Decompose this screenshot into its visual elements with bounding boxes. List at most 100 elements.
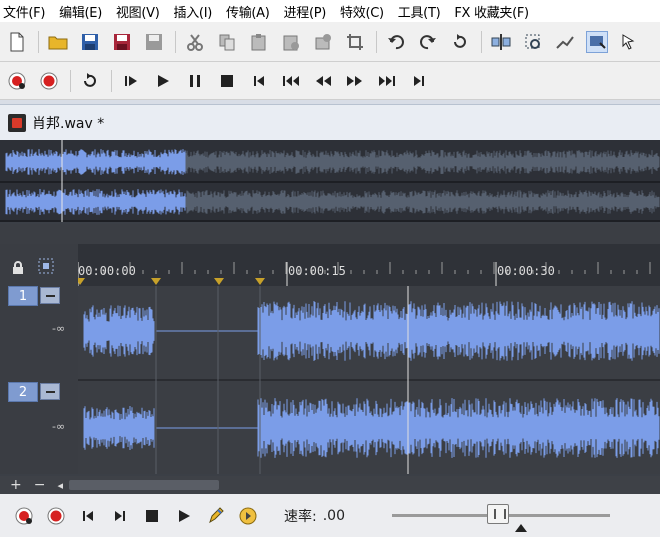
toolbar-divider	[111, 69, 112, 92]
track-2-number[interactable]: 2	[8, 382, 38, 402]
rewind-icon[interactable]	[280, 70, 302, 92]
record-arm-icon[interactable]	[6, 70, 28, 92]
play-from-start-icon[interactable]	[120, 70, 142, 92]
toolbar-divider	[70, 69, 71, 92]
forward-fast-icon[interactable]	[376, 70, 398, 92]
transport-toolbar	[0, 62, 660, 100]
region-marker[interactable]	[151, 278, 161, 285]
waveform-path	[257, 398, 660, 458]
track-1-number[interactable]: 1	[8, 286, 38, 306]
forward-icon[interactable]	[344, 70, 366, 92]
menu-process[interactable]: 进程(P)	[284, 2, 327, 21]
play-icon[interactable]	[152, 70, 174, 92]
ruler-time-label: 00:00:00	[78, 264, 136, 278]
toolbar-divider	[481, 30, 482, 53]
bottom-transport-bar: 速率: .00	[0, 494, 660, 537]
timeline-ruler[interactable]	[75, 244, 660, 286]
waveform-path	[257, 301, 660, 361]
new-file-icon[interactable]	[6, 31, 28, 53]
envelope-icon[interactable]	[554, 31, 576, 53]
go-start-icon[interactable]	[76, 504, 100, 528]
pencil-icon[interactable]	[204, 504, 228, 528]
remove-track-button[interactable]: −	[34, 477, 46, 493]
undo-icon[interactable]	[385, 31, 407, 53]
waveform-path	[185, 150, 660, 174]
save-as-icon[interactable]	[111, 31, 133, 53]
file-name: 肖邦.wav *	[32, 115, 105, 132]
repeat-icon[interactable]	[449, 31, 471, 53]
rate-slider-thumb[interactable]	[487, 504, 509, 524]
waveform-path	[83, 305, 155, 357]
track-scroll-bar: + − ◂	[0, 476, 660, 494]
add-track-button[interactable]: +	[10, 477, 22, 493]
save-all-icon[interactable]	[143, 31, 165, 53]
cut-icon[interactable]	[184, 31, 206, 53]
menu-file[interactable]: 文件(F)	[3, 2, 45, 21]
rate-value: .00	[322, 507, 345, 524]
rate-slider-center-marker	[515, 524, 527, 532]
open-folder-icon[interactable]	[47, 31, 69, 53]
record-arm-icon[interactable]	[12, 504, 36, 528]
waveform-path	[185, 190, 660, 214]
menu-bar: 文件(F) 编辑(E) 视图(V) 插入(I) 传输(A) 进程(P) 特效(C…	[0, 0, 660, 22]
save-icon[interactable]	[79, 31, 101, 53]
select-region-icon[interactable]	[38, 258, 56, 280]
menu-edit[interactable]: 编辑(E)	[59, 2, 102, 21]
region-marker[interactable]	[255, 278, 265, 285]
scrub-icon[interactable]	[236, 504, 260, 528]
toolbar-divider	[376, 30, 377, 53]
track-1-level: -∞	[52, 322, 66, 335]
ruler-time-label: 00:00:15	[288, 264, 346, 278]
menu-tools[interactable]: 工具(T)	[398, 2, 441, 21]
ruler-time-label: 00:00:30	[497, 264, 555, 278]
stop-icon[interactable]	[216, 70, 238, 92]
rate-label: 速率:	[284, 508, 317, 525]
region-marker[interactable]	[214, 278, 224, 285]
horizontal-scroll-thumb[interactable]	[69, 480, 219, 490]
paste-new-icon[interactable]	[280, 31, 302, 53]
paste-icon[interactable]	[248, 31, 270, 53]
waveform-overview[interactable]	[0, 140, 660, 222]
track-waveforms[interactable]	[78, 286, 660, 474]
toolbar-divider	[175, 30, 176, 53]
draw-tool-icon[interactable]	[586, 30, 608, 53]
loop-icon[interactable]	[79, 70, 101, 92]
waveform-path	[5, 149, 186, 175]
crop-icon[interactable]	[344, 31, 366, 53]
track-2-level: -∞	[52, 420, 66, 433]
waveform-path	[5, 189, 186, 215]
region-marker[interactable]	[75, 278, 85, 285]
play-icon[interactable]	[172, 504, 196, 528]
selection-icon[interactable]	[522, 31, 544, 53]
go-start-icon[interactable]	[248, 70, 270, 92]
menu-effects[interactable]: 特效(C)	[340, 2, 384, 21]
pause-icon[interactable]	[184, 70, 206, 92]
stop-icon[interactable]	[140, 504, 164, 528]
menu-fx-favorites[interactable]: FX 收藏夹(F)	[454, 2, 529, 21]
track-1-minimize-button[interactable]	[40, 287, 60, 304]
main-toolbar	[0, 22, 660, 62]
record-icon[interactable]	[44, 504, 68, 528]
lock-icon[interactable]	[12, 260, 24, 279]
copy-icon[interactable]	[216, 31, 238, 53]
redo-icon[interactable]	[417, 31, 439, 53]
go-end-icon[interactable]	[408, 70, 430, 92]
file-title-bar: 肖邦.wav *	[0, 104, 660, 140]
split-icon[interactable]	[490, 31, 512, 53]
toolbar-divider	[38, 30, 39, 53]
overview-waveform[interactable]	[0, 140, 660, 222]
waveform-path	[83, 406, 155, 450]
ruler-ticks	[75, 262, 651, 286]
menu-transport[interactable]: 传输(A)	[226, 2, 270, 21]
rewind-fast-icon[interactable]	[312, 70, 334, 92]
go-end-icon[interactable]	[108, 504, 132, 528]
menu-insert[interactable]: 插入(I)	[174, 2, 213, 21]
record-icon[interactable]	[38, 70, 60, 92]
cursor-icon[interactable]	[618, 31, 640, 53]
menu-view[interactable]: 视图(V)	[116, 2, 160, 21]
scroll-left-button[interactable]: ◂	[57, 479, 63, 492]
mix-icon[interactable]	[312, 31, 334, 53]
audio-file-window: 肖邦.wav * 00:00:00 00:00:15 00:00:30 1 -∞…	[0, 104, 660, 537]
audio-file-icon	[8, 113, 26, 132]
track-2-minimize-button[interactable]	[40, 383, 60, 400]
